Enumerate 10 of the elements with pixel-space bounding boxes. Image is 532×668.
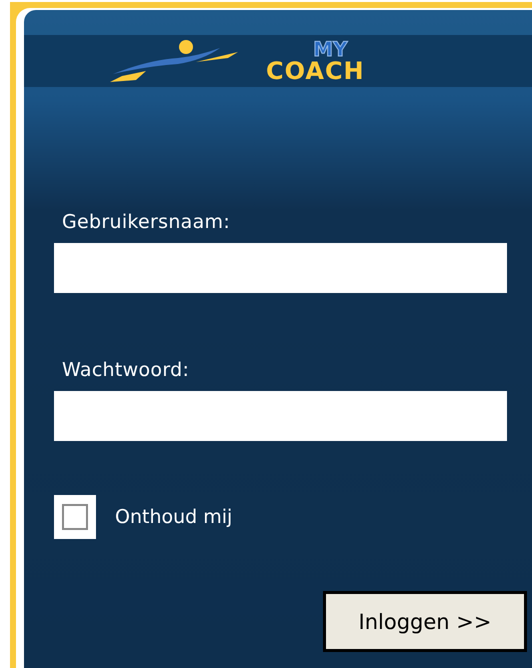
- input-field[interactable]: [54, 243, 507, 293]
- input-field[interactable]: [54, 391, 507, 441]
- login-button[interactable]: Inloggen >>: [323, 591, 527, 652]
- logo-text: COACH: [266, 59, 365, 83]
- field-label: Gebruikersnaam:: [62, 211, 232, 233]
- checkbox[interactable]: [54, 495, 96, 539]
- field-label: Wachtwoord:: [62, 359, 190, 381]
- runner-logo-icon: [108, 38, 240, 84]
- logo-text: MY: [313, 39, 348, 59]
- checkbox-label: Onthoud mij: [115, 506, 232, 528]
